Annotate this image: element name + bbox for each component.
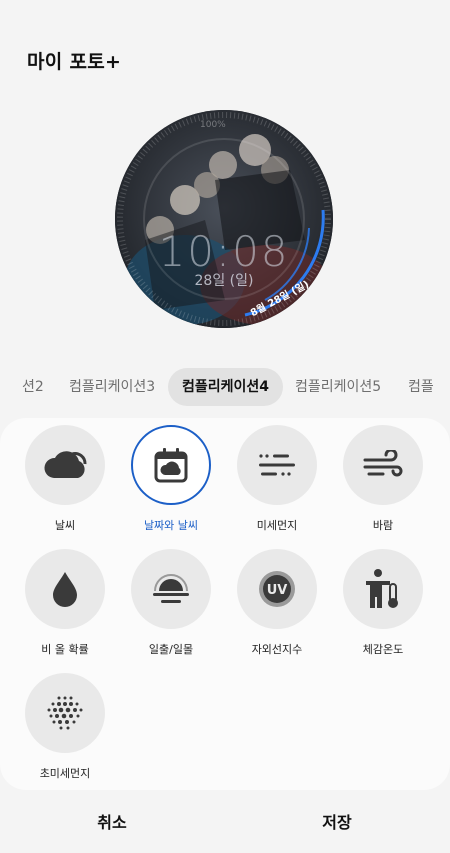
option-uv-index-circle[interactable]: UV <box>237 549 317 629</box>
option-feels-like-circle[interactable] <box>343 549 423 629</box>
option-date-weather-label: 날짜와 날씨 <box>143 519 199 532</box>
wind-icon <box>363 450 403 477</box>
cloud-icon <box>44 451 87 478</box>
raindrop-icon <box>53 572 77 607</box>
option-sunrise-sunset[interactable]: 일출/일몰 <box>118 549 224 669</box>
ultrafine-dust-icon <box>47 696 83 730</box>
option-rain-chance-label: 비 올 확률 <box>41 643 89 656</box>
calendar-weather-icon <box>154 448 188 483</box>
watch-photo-background <box>115 110 333 328</box>
option-date-weather-circle[interactable] <box>131 425 211 505</box>
tab-complication-3[interactable]: 컴플리케이션3 <box>69 368 155 406</box>
option-rain-chance-circle[interactable] <box>25 549 105 629</box>
option-ultrafine-dust[interactable]: 초미세먼지 <box>12 673 118 793</box>
option-fine-dust-label: 미세먼지 <box>256 519 298 532</box>
option-sunrise-sunset-label: 일출/일몰 <box>148 643 194 656</box>
option-date-weather[interactable]: 날짜와 날씨 <box>118 425 224 545</box>
fine-dust-icon <box>259 454 295 476</box>
option-weather[interactable]: 날씨 <box>12 425 118 545</box>
option-fine-dust[interactable]: 미세먼지 <box>224 425 330 545</box>
option-feels-like[interactable]: 체감온도 <box>330 549 436 669</box>
tab-complication-4[interactable]: 컴플리케이션4 <box>168 368 284 406</box>
page-title: 마이 포토+ <box>27 51 122 73</box>
feels-like-icon <box>366 569 398 608</box>
option-wind-label: 바람 <box>372 519 394 532</box>
sunrise-icon <box>153 574 189 603</box>
option-weather-label: 날씨 <box>54 519 76 532</box>
option-wind-circle[interactable] <box>343 425 423 505</box>
uv-icon: UV <box>259 571 295 607</box>
tab-complication-5[interactable]: 컴플리케이션5 <box>295 368 381 406</box>
option-rain-chance[interactable]: 비 올 확률 <box>12 549 118 669</box>
watch-battery-text: 100% <box>200 120 226 130</box>
option-feels-like-label: 체감온도 <box>362 643 404 656</box>
option-uv-index-label: 자외선지수 <box>251 643 303 656</box>
complication-tabs: 션2 컴플리케이션3 컴플리케이션4 컴플리케이션5 컴플 <box>0 368 450 406</box>
svg-text:UV: UV <box>267 583 288 598</box>
option-wind[interactable]: 바람 <box>330 425 436 545</box>
option-ultrafine-dust-label: 초미세먼지 <box>39 767 91 780</box>
complication-options-panel: 날씨 날짜와 날씨 미세먼지 바람 비 올 확률 일출/일몰 UV 자외선지수 … <box>0 418 450 790</box>
tab-complication-2[interactable]: 션2 <box>22 368 44 406</box>
option-ultrafine-dust-circle[interactable] <box>25 673 105 753</box>
option-uv-index[interactable]: UV 자외선지수 <box>224 549 330 669</box>
option-sunrise-sunset-circle[interactable] <box>131 549 211 629</box>
watch-time: 10:08 <box>158 227 290 276</box>
option-fine-dust-circle[interactable] <box>237 425 317 505</box>
watch-face-preview: 100% 10:08 28일 (일) 8월 28일 (일) ☁ 25°/12° <box>115 110 333 328</box>
cancel-button[interactable]: 취소 <box>52 806 172 840</box>
tab-complication-6[interactable]: 컴플 <box>408 368 434 406</box>
save-button[interactable]: 저장 <box>277 806 397 840</box>
option-weather-circle[interactable] <box>25 425 105 505</box>
